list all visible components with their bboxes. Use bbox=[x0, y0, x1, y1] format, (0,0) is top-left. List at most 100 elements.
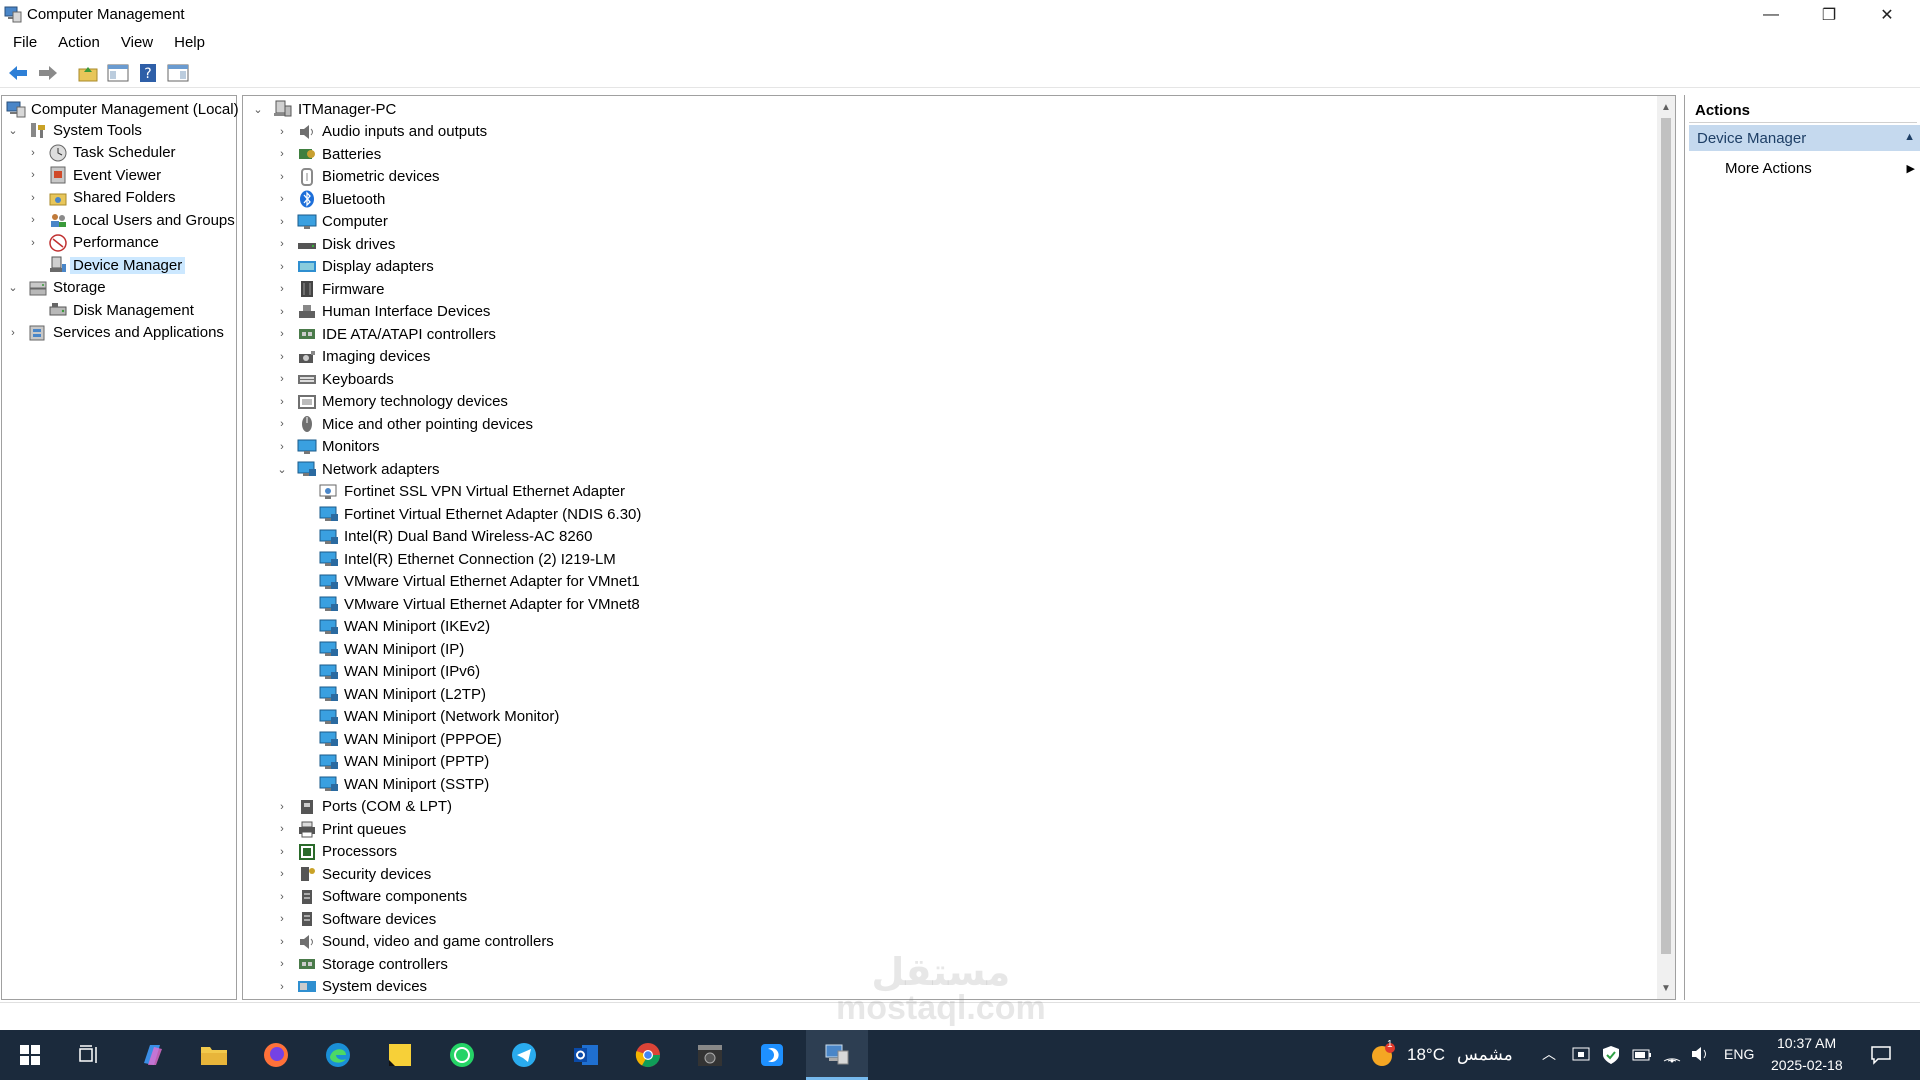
expand-chevron-icon[interactable]: › bbox=[275, 417, 289, 431]
network-adapter-wan-miniport-sstp[interactable]: WAN Miniport (SSTP) bbox=[319, 773, 489, 795]
device-category-monitors[interactable]: › Monitors bbox=[275, 436, 379, 458]
expand-chevron-icon[interactable]: › bbox=[26, 236, 40, 250]
expand-chevron-icon[interactable]: › bbox=[275, 305, 289, 319]
device-category-firmware[interactable]: › Firmware bbox=[275, 278, 384, 300]
expand-chevron-icon[interactable]: › bbox=[275, 867, 289, 881]
device-category-network-adapters[interactable]: ⌄ Network adapters bbox=[275, 458, 439, 480]
volume-icon[interactable] bbox=[1690, 1045, 1710, 1063]
restore-button[interactable]: ❐ bbox=[1800, 0, 1858, 30]
taskbar-sticky-notes[interactable] bbox=[384, 1039, 416, 1071]
taskbar-computer-management[interactable] bbox=[806, 1030, 868, 1080]
device-category-bluetooth[interactable]: › Bluetooth bbox=[275, 188, 385, 210]
network-adapter-wan-miniport-ikev2[interactable]: WAN Miniport (IKEv2) bbox=[319, 616, 490, 638]
expand-chevron-icon[interactable]: › bbox=[275, 440, 289, 454]
show-hide-action-pane-button[interactable] bbox=[166, 61, 190, 85]
network-adapter-wan-miniport-ipv6[interactable]: WAN Miniport (IPv6) bbox=[319, 661, 480, 683]
menu-file[interactable]: File bbox=[5, 32, 45, 56]
scroll-down-icon[interactable]: ▼ bbox=[1657, 979, 1675, 997]
console-tree-pane[interactable]: Computer Management (Local) ⌄ System Tool… bbox=[1, 95, 239, 1000]
expand-chevron-icon[interactable]: › bbox=[275, 890, 289, 904]
device-category-processors[interactable]: › Processors bbox=[275, 841, 397, 863]
tree-item-storage[interactable]: ⌄ Storage bbox=[6, 277, 105, 299]
network-adapter-intel-r-dual-band-wireless-ac-8260[interactable]: Intel(R) Dual Band Wireless-AC 8260 bbox=[319, 526, 592, 548]
network-adapter-wan-miniport-ip[interactable]: WAN Miniport (IP) bbox=[319, 638, 464, 660]
expand-chevron-icon[interactable]: › bbox=[275, 912, 289, 926]
tree-item-device-manager[interactable]: Device Manager bbox=[26, 254, 186, 276]
expand-chevron-icon[interactable]: › bbox=[275, 237, 289, 251]
taskbar-copilot[interactable] bbox=[136, 1039, 168, 1071]
taskbar-firefox[interactable] bbox=[260, 1039, 292, 1071]
language-indicator[interactable]: ENG bbox=[1724, 1046, 1754, 1062]
help-button[interactable]: ? bbox=[136, 61, 160, 85]
expand-chevron-icon[interactable]: › bbox=[275, 800, 289, 814]
device-tree-root[interactable]: ⌄ ITManager-PC bbox=[251, 98, 396, 120]
expand-chevron-icon[interactable]: › bbox=[275, 192, 289, 206]
device-category-memory-technology-devices[interactable]: › Memory technology devices bbox=[275, 391, 508, 413]
clock-date[interactable]: 2025-02-18 bbox=[1771, 1057, 1843, 1073]
taskbar-file-explorer[interactable] bbox=[198, 1039, 230, 1071]
network-adapter-vmware-virtual-ethernet-adapter-for-vmnet8[interactable]: VMware Virtual Ethernet Adapter for VMne… bbox=[319, 593, 640, 615]
network-adapter-fortinet-virtual-ethernet-adapter-ndis-6-30[interactable]: Fortinet Virtual Ethernet Adapter (NDIS … bbox=[319, 503, 641, 525]
taskbar-teams-app[interactable] bbox=[756, 1039, 788, 1071]
expand-chevron-icon[interactable]: › bbox=[6, 326, 20, 340]
expand-chevron-icon[interactable]: › bbox=[275, 215, 289, 229]
expand-chevron-icon[interactable]: › bbox=[275, 170, 289, 184]
device-category-print-queues[interactable]: › Print queues bbox=[275, 818, 406, 840]
expand-chevron-icon[interactable]: › bbox=[275, 845, 289, 859]
expand-chevron-icon[interactable]: › bbox=[26, 168, 40, 182]
menu-view[interactable]: View bbox=[113, 32, 161, 56]
tree-item-performance[interactable]: › Performance bbox=[26, 232, 159, 254]
taskbar-telegram[interactable] bbox=[508, 1039, 540, 1071]
network-adapter-vmware-virtual-ethernet-adapter-for-vmnet1[interactable]: VMware Virtual Ethernet Adapter for VMne… bbox=[319, 571, 640, 593]
scrollbar-thumb[interactable] bbox=[1661, 118, 1671, 954]
network-adapter-fortinet-ssl-vpn-virtual-ethernet-adapter[interactable]: Fortinet SSL VPN Virtual Ethernet Adapte… bbox=[319, 481, 625, 503]
collapse-chevron-icon[interactable]: ⌄ bbox=[251, 102, 265, 116]
vertical-scrollbar[interactable]: ▲ ▼ bbox=[1657, 96, 1675, 999]
tree-item-shared-folders[interactable]: › Shared Folders bbox=[26, 187, 175, 209]
device-category-ports-com-lpt[interactable]: › Ports (COM & LPT) bbox=[275, 796, 452, 818]
start-button[interactable] bbox=[14, 1039, 46, 1071]
expand-chevron-icon[interactable]: › bbox=[275, 822, 289, 836]
expand-chevron-icon[interactable]: › bbox=[26, 213, 40, 227]
network-adapter-wan-miniport-network-monitor[interactable]: WAN Miniport (Network Monitor) bbox=[319, 706, 559, 728]
security-shield-icon[interactable] bbox=[1602, 1045, 1620, 1065]
expand-chevron-icon[interactable]: › bbox=[275, 125, 289, 139]
wifi-icon[interactable] bbox=[1662, 1045, 1682, 1063]
tree-item-system-tools[interactable]: ⌄ System Tools bbox=[6, 119, 142, 141]
network-adapter-wan-miniport-pppoe[interactable]: WAN Miniport (PPPOE) bbox=[319, 728, 502, 750]
device-category-system-devices[interactable]: › System devices bbox=[275, 976, 427, 998]
device-category-sound-video-and-game-controllers[interactable]: › Sound, video and game controllers bbox=[275, 931, 554, 953]
device-category-keyboards[interactable]: › Keyboards bbox=[275, 368, 394, 390]
menu-action[interactable]: Action bbox=[50, 32, 108, 56]
collapse-chevron-icon[interactable]: ⌄ bbox=[6, 123, 20, 137]
task-view-button[interactable] bbox=[74, 1039, 106, 1071]
device-category-computer[interactable]: › Computer bbox=[275, 211, 388, 233]
tree-item-task-scheduler[interactable]: › Task Scheduler bbox=[26, 142, 176, 164]
network-adapter-intel-r-ethernet-connection-2-i219-lm[interactable]: Intel(R) Ethernet Connection (2) I219-LM bbox=[319, 548, 616, 570]
more-actions-item[interactable]: More Actions ▶ bbox=[1725, 157, 1920, 179]
expand-chevron-icon[interactable]: › bbox=[275, 957, 289, 971]
minimize-button[interactable]: — bbox=[1742, 0, 1800, 30]
device-manager-pane[interactable]: ⌄ ITManager-PC › Audio inputs and outputs… bbox=[242, 95, 1676, 1000]
device-category-software-devices[interactable]: › Software devices bbox=[275, 908, 436, 930]
device-category-mice-and-other-pointing-devices[interactable]: › Mice and other pointing devices bbox=[275, 413, 533, 435]
network-adapter-wan-miniport-pptp[interactable]: WAN Miniport (PPTP) bbox=[319, 751, 489, 773]
show-hidden-icons-chevron-icon[interactable]: ︿ bbox=[1542, 1044, 1556, 1064]
expand-chevron-icon[interactable]: › bbox=[275, 350, 289, 364]
tray-app-icon[interactable] bbox=[1572, 1046, 1590, 1064]
expand-chevron-icon[interactable]: › bbox=[275, 372, 289, 386]
close-button[interactable]: ✕ bbox=[1858, 0, 1916, 30]
taskbar-chrome[interactable] bbox=[632, 1039, 664, 1071]
expand-chevron-icon[interactable]: › bbox=[275, 395, 289, 409]
device-category-storage-controllers[interactable]: › Storage controllers bbox=[275, 953, 448, 975]
collapse-triangle-icon[interactable]: ▲ bbox=[1904, 131, 1915, 143]
device-category-security-devices[interactable]: › Security devices bbox=[275, 863, 431, 885]
taskbar-outlook[interactable] bbox=[570, 1039, 602, 1071]
taskbar-video-app[interactable] bbox=[694, 1039, 726, 1071]
weather-temperature[interactable]: 18°C bbox=[1407, 1045, 1445, 1065]
device-category-software-components[interactable]: › Software components bbox=[275, 886, 467, 908]
device-category-audio-inputs-and-outputs[interactable]: › Audio inputs and outputs bbox=[275, 121, 487, 143]
back-button[interactable] bbox=[6, 61, 30, 85]
weather-description[interactable]: مشمس bbox=[1457, 1045, 1513, 1065]
notification-center-icon[interactable] bbox=[1870, 1045, 1892, 1065]
